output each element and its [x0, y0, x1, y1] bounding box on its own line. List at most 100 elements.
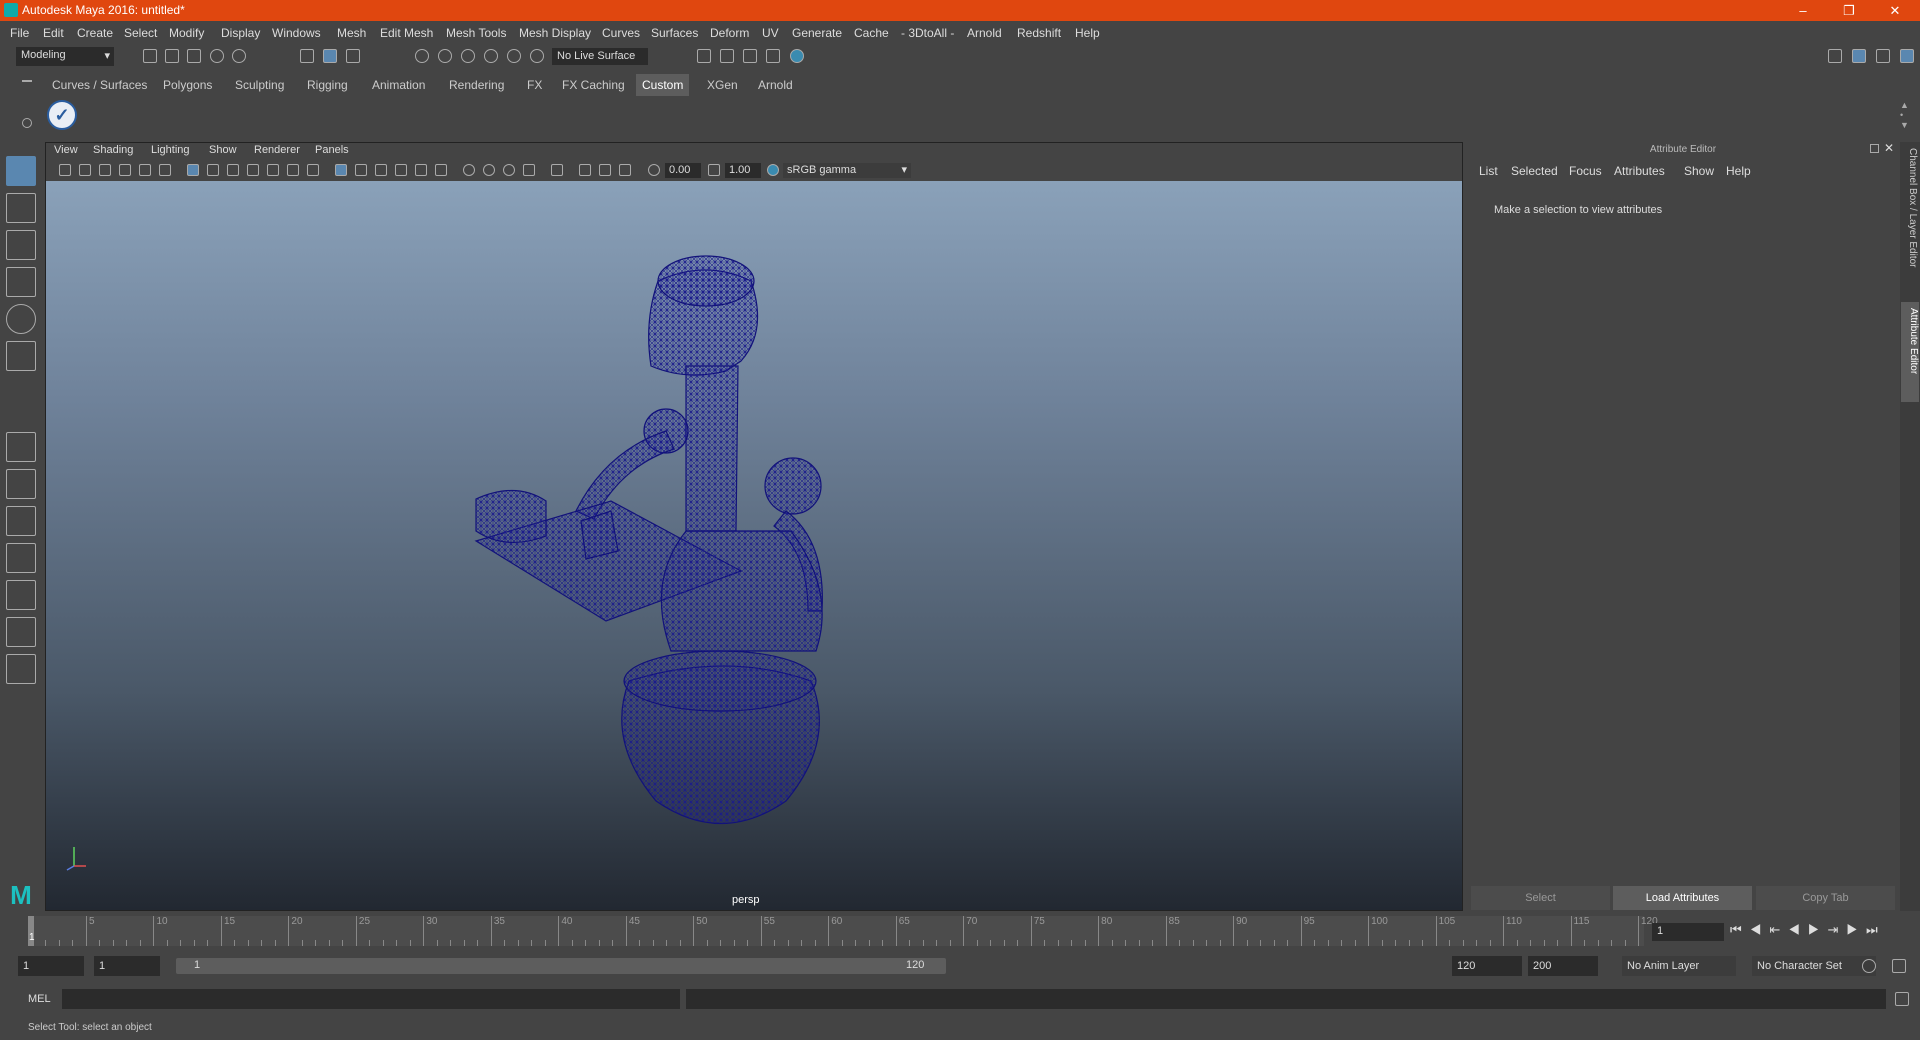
shelf-scroll-arrows-icon[interactable]: ▲ • ▼ [1900, 100, 1910, 130]
xray-components-icon[interactable] [619, 164, 631, 176]
image-plane-icon[interactable] [119, 164, 131, 176]
menu-file[interactable]: File [10, 26, 29, 40]
motion-blur-icon[interactable] [483, 164, 495, 176]
persp-outliner-layout-icon[interactable] [6, 506, 36, 536]
auto-key-icon[interactable] [1862, 959, 1876, 973]
command-input[interactable] [62, 989, 680, 1009]
modeling-toolkit-icon[interactable] [1828, 49, 1842, 63]
menu-cache[interactable]: Cache [854, 26, 889, 40]
xray-icon[interactable] [579, 164, 591, 176]
play-forward-icon[interactable]: ▶ [1808, 922, 1828, 937]
gamma-icon[interactable] [708, 164, 720, 176]
anim-layer-dropdown[interactable]: No Anim Layer [1622, 956, 1736, 976]
bookmark-icon[interactable] [99, 164, 111, 176]
select-tool-icon[interactable] [6, 156, 36, 186]
range-bar[interactable]: 1 120 [176, 958, 946, 974]
menu-uv[interactable]: UV [762, 26, 779, 40]
menu-curves[interactable]: Curves [602, 26, 640, 40]
checkmark-icon[interactable]: ✓ [47, 100, 77, 130]
wireframe-model[interactable] [46, 181, 1462, 910]
time-ruler[interactable]: 1 5 10 15 20 25 30 35 40 45 50 55 60 65 70 75 80 85 90 95 1… [28, 916, 1658, 946]
attr-menu-focus[interactable]: Focus [1569, 164, 1602, 178]
render-frame-icon[interactable] [720, 49, 734, 63]
shelf-tab-polygons[interactable]: Polygons [157, 74, 218, 96]
shelf-tab-rendering[interactable]: Rendering [443, 74, 510, 96]
select-objects-icon[interactable] [323, 49, 337, 63]
animation-preferences-icon[interactable] [1892, 959, 1906, 973]
shelf-tab-animation[interactable]: Animation [366, 74, 431, 96]
film-gate-icon[interactable] [207, 164, 219, 176]
wireframe-icon[interactable] [335, 164, 347, 176]
exposure-icon[interactable] [648, 164, 660, 176]
play-backward-icon[interactable]: ◀ [1788, 922, 1808, 937]
render-settings-icon[interactable] [697, 49, 711, 63]
gamma-field[interactable]: 1.00 [725, 163, 761, 178]
gate-mask-icon[interactable] [247, 164, 259, 176]
select-hierarchy-icon[interactable] [300, 49, 314, 63]
shelf-tab-arnold[interactable]: Arnold [752, 74, 799, 96]
menu-select[interactable]: Select [124, 26, 157, 40]
scale-tool-icon[interactable] [6, 341, 36, 371]
tool-settings-icon[interactable] [1876, 49, 1890, 63]
menu-redshift[interactable]: Redshift [1017, 26, 1061, 40]
menu-edit[interactable]: Edit [43, 26, 64, 40]
menu-windows[interactable]: Windows [272, 26, 321, 40]
two-d-pan-zoom-icon[interactable] [139, 164, 151, 176]
vp-menu-panels[interactable]: Panels [315, 144, 349, 156]
shelf-tab-sculpting[interactable]: Sculpting [229, 74, 290, 96]
menu-display[interactable]: Display [221, 26, 260, 40]
paint-select-tool-icon[interactable] [6, 230, 36, 260]
go-to-end-icon[interactable]: ⏭ [1866, 922, 1886, 937]
camera-select-icon[interactable] [59, 164, 71, 176]
attribute-editor-toggle-icon[interactable] [1852, 49, 1866, 63]
select-button[interactable]: Select [1471, 886, 1610, 910]
vp-menu-lighting[interactable]: Lighting [151, 144, 190, 156]
camera-attributes-icon[interactable] [79, 164, 91, 176]
menu-deform[interactable]: Deform [710, 26, 749, 40]
menu-mesh-display[interactable]: Mesh Display [519, 26, 591, 40]
channel-box-toggle-icon[interactable] [1900, 49, 1914, 63]
color-management-icon[interactable] [767, 164, 779, 176]
menu-help[interactable]: Help [1075, 26, 1100, 40]
tab-channel-box[interactable]: Channel Box / Layer Editor [1902, 148, 1918, 280]
snap-grid-icon[interactable] [415, 49, 429, 63]
wireframe-on-shaded-icon[interactable] [375, 164, 387, 176]
animation-end-field[interactable]: 200 [1528, 956, 1598, 976]
persp-uv-layout-icon[interactable] [6, 580, 36, 610]
grid-icon[interactable] [187, 164, 199, 176]
shadows-icon[interactable] [435, 164, 447, 176]
lasso-tool-icon[interactable] [6, 193, 36, 223]
persp-graph-layout-icon[interactable] [6, 543, 36, 573]
attr-menu-show[interactable]: Show [1684, 164, 1714, 178]
minimize-button[interactable]: – [1780, 0, 1826, 21]
new-scene-icon[interactable] [143, 49, 157, 63]
shelf-tab-curves-surfaces[interactable]: Curves / Surfaces [46, 74, 153, 96]
snap-view-plane-icon[interactable] [484, 49, 498, 63]
snap-curve-icon[interactable] [438, 49, 452, 63]
menu-arnold[interactable]: Arnold [967, 26, 1002, 40]
vp-menu-view[interactable]: View [54, 144, 78, 156]
menu-mesh-tools[interactable]: Mesh Tools [446, 26, 506, 40]
isolate-select-icon[interactable] [551, 164, 563, 176]
close-window-button[interactable]: ✕ [1872, 0, 1918, 21]
menu-modify[interactable]: Modify [169, 26, 204, 40]
vp-menu-shading[interactable]: Shading [93, 144, 133, 156]
use-all-lights-icon[interactable] [415, 164, 427, 176]
step-forward-key-icon[interactable]: ⇥ [1827, 922, 1846, 937]
vp-menu-renderer[interactable]: Renderer [254, 144, 300, 156]
load-attributes-button[interactable]: Load Attributes [1613, 886, 1752, 910]
smooth-shade-icon[interactable] [355, 164, 367, 176]
script-editor-icon[interactable] [1895, 992, 1909, 1006]
attr-menu-list[interactable]: List [1479, 164, 1498, 178]
copy-tab-button[interactable]: Copy Tab [1756, 886, 1895, 910]
safe-action-icon[interactable] [287, 164, 299, 176]
step-forward-icon[interactable]: ▶ [1846, 922, 1866, 937]
live-surface-field[interactable]: No Live Surface [552, 48, 648, 65]
hypershade-icon[interactable] [790, 49, 804, 63]
menu-3dtoall[interactable]: - 3DtoAll - [901, 26, 954, 40]
shelf-tab-fx-caching[interactable]: FX Caching [556, 74, 631, 96]
playback-end-field[interactable]: 120 [1452, 956, 1522, 976]
move-tool-icon[interactable] [6, 267, 36, 297]
snap-live-icon[interactable] [507, 49, 521, 63]
menu-mesh[interactable]: Mesh [337, 26, 366, 40]
